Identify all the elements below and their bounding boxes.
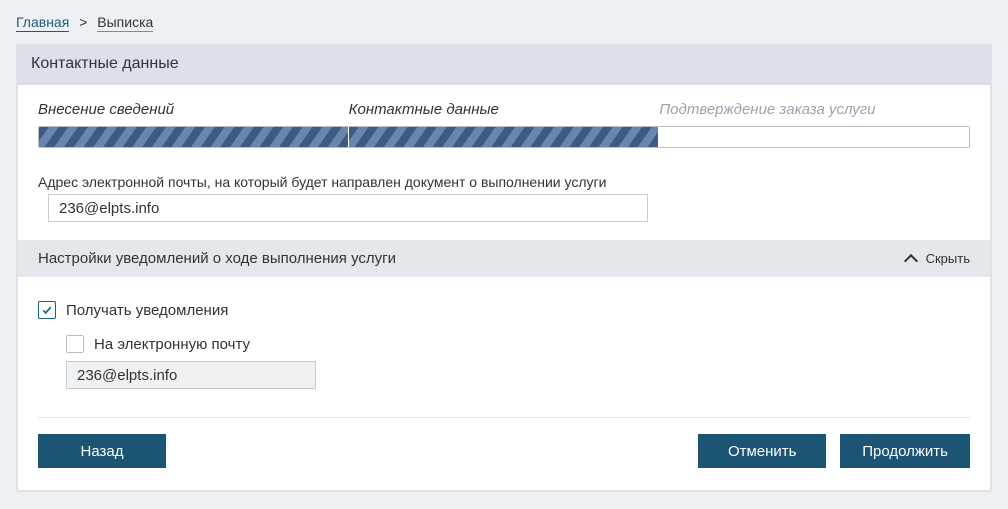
notifications-section-header: Настройки уведомлений о ходе выполнения … bbox=[18, 240, 990, 277]
by-email-checkbox[interactable] bbox=[66, 335, 84, 353]
receive-notifications-label: Получать уведомления bbox=[66, 302, 228, 319]
notifications-section-title: Настройки уведомлений о ходе выполнения … bbox=[38, 250, 396, 267]
collapse-toggle-label: Скрыть bbox=[926, 251, 970, 266]
breadcrumb-home-link[interactable]: Главная bbox=[16, 14, 69, 32]
breadcrumb-current: Выписка bbox=[97, 14, 153, 32]
receive-notifications-checkbox[interactable] bbox=[38, 301, 56, 319]
notifications-body: Получать уведомления На электронную почт… bbox=[18, 277, 990, 417]
by-email-label: На электронную почту bbox=[94, 336, 250, 353]
button-row: Назад Отменить Продолжить bbox=[18, 434, 990, 490]
collapse-toggle[interactable]: Скрыть bbox=[906, 251, 970, 266]
email-label: Адрес электронной почты, на который буде… bbox=[38, 174, 970, 190]
step-2-label: Контактные данные bbox=[349, 97, 660, 122]
email-input[interactable] bbox=[48, 194, 648, 222]
wizard-steps: Внесение сведений Контактные данные Подт… bbox=[18, 85, 990, 126]
breadcrumb: Главная > Выписка bbox=[16, 14, 992, 30]
by-email-block: На электронную почту bbox=[66, 335, 970, 389]
progress-seg-3 bbox=[659, 127, 969, 147]
cancel-button[interactable]: Отменить bbox=[698, 434, 826, 468]
divider bbox=[38, 417, 970, 418]
breadcrumb-separator: > bbox=[79, 14, 87, 30]
card-body: Внесение сведений Контактные данные Подт… bbox=[17, 84, 991, 491]
button-spacer bbox=[180, 434, 684, 468]
progress-seg-2 bbox=[349, 127, 659, 147]
progress-bar bbox=[38, 126, 970, 148]
receive-notifications-row: Получать уведомления bbox=[38, 301, 970, 319]
step-1-label: Внесение сведений bbox=[38, 97, 349, 122]
form-card: Контактные данные Внесение сведений Конт… bbox=[16, 44, 992, 492]
progress-wrap bbox=[18, 126, 990, 166]
notification-email-input[interactable] bbox=[66, 361, 316, 389]
checkmark-icon bbox=[42, 305, 52, 315]
card-title: Контактные данные bbox=[17, 45, 991, 84]
email-field-block: Адрес электронной почты, на который буде… bbox=[18, 166, 990, 240]
next-button[interactable]: Продолжить bbox=[840, 434, 970, 468]
step-3-label: Подтверждение заказа услуги bbox=[659, 97, 970, 122]
chevron-up-icon bbox=[906, 253, 918, 265]
back-button[interactable]: Назад bbox=[38, 434, 166, 468]
progress-seg-1 bbox=[39, 127, 349, 147]
